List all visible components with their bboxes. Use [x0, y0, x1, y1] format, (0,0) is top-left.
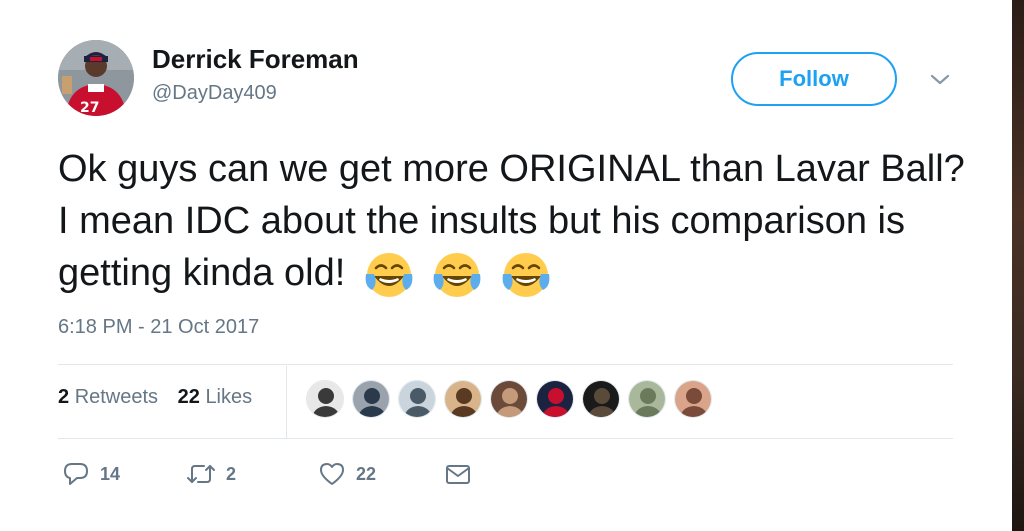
- likes-stat[interactable]: 22 Likes: [178, 386, 253, 409]
- background-edge: [1012, 0, 1024, 531]
- like-count: 22: [356, 463, 377, 484]
- tweet-body: Ok guys can we get more ORIGINAL than La…: [58, 143, 978, 302]
- liker-avatar[interactable]: [352, 380, 390, 418]
- retweets-label: Retweets: [74, 386, 159, 408]
- tweet-timestamp[interactable]: 6:18 PM - 21 Oct 2017: [58, 316, 259, 339]
- envelope-icon: [446, 465, 470, 484]
- retweet-count: 2: [226, 463, 237, 484]
- heart-icon: [320, 463, 344, 485]
- stats-divider: [286, 366, 287, 438]
- avatar-photo: 27: [58, 40, 134, 116]
- user-name[interactable]: Derrick Foreman: [152, 44, 359, 75]
- liker-avatar[interactable]: [306, 380, 344, 418]
- reply-button[interactable]: 14: [62, 460, 120, 488]
- liker-avatar[interactable]: [444, 380, 482, 418]
- likes-count: 22: [177, 386, 200, 408]
- liker-avatar[interactable]: [490, 380, 528, 418]
- face-with-tears-of-joy-icon: [365, 253, 413, 298]
- likers-avatars: [306, 380, 720, 420]
- emoji-group: [362, 247, 557, 302]
- follow-button[interactable]: Follow: [731, 52, 897, 106]
- divider: [58, 364, 953, 365]
- chevron-down-icon[interactable]: [928, 70, 952, 88]
- liker-avatar[interactable]: [536, 380, 574, 418]
- retweets-stat[interactable]: 2 Retweets: [58, 386, 158, 409]
- avatar[interactable]: 27: [58, 40, 134, 116]
- tweet-stats: 2 Retweets 22 Likes: [58, 386, 266, 409]
- retweet-button[interactable]: 2: [186, 460, 236, 488]
- direct-message-button[interactable]: [444, 460, 472, 488]
- svg-text:27: 27: [80, 100, 99, 116]
- retweet-icon: [187, 465, 215, 483]
- liker-avatar[interactable]: [398, 380, 436, 418]
- like-button[interactable]: 22: [318, 460, 376, 488]
- face-with-tears-of-joy-icon: [502, 253, 550, 298]
- face-with-tears-of-joy-icon: [434, 253, 481, 298]
- user-handle[interactable]: @DayDay409: [152, 82, 277, 105]
- liker-avatar[interactable]: [628, 380, 666, 418]
- divider: [58, 438, 953, 439]
- reply-icon: [64, 463, 88, 485]
- liker-avatar[interactable]: [674, 380, 712, 418]
- retweets-count: 2: [58, 386, 70, 408]
- likes-label: Likes: [205, 386, 253, 408]
- liker-avatar[interactable]: [582, 380, 620, 418]
- reply-count: 14: [100, 463, 121, 484]
